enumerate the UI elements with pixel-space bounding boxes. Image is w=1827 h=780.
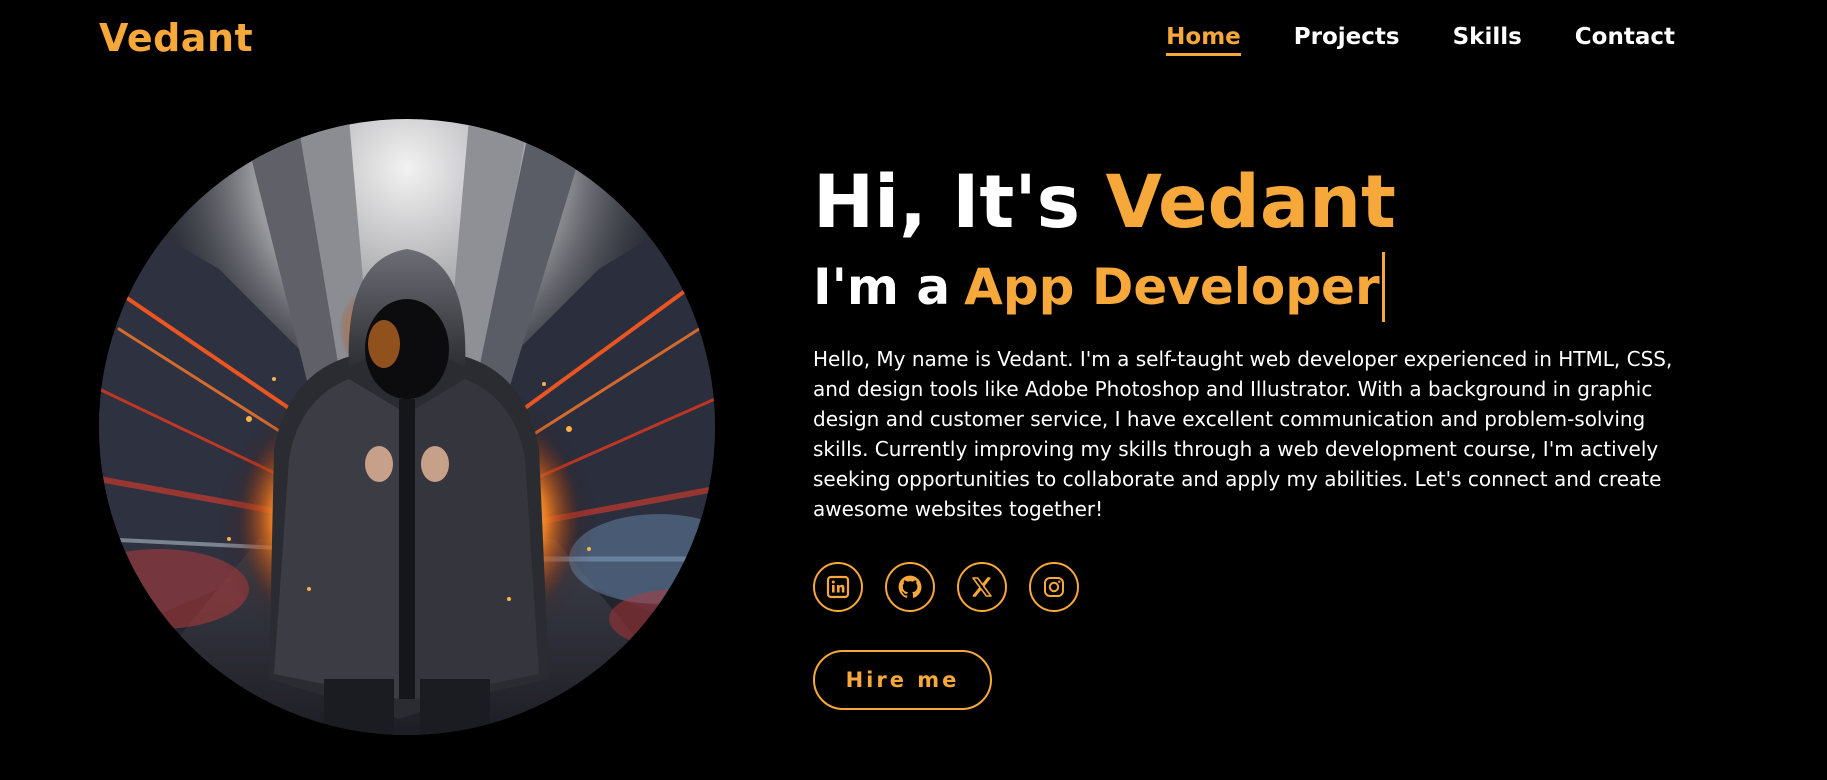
site-logo[interactable]: Vedant <box>99 16 253 60</box>
typing-cursor <box>1381 252 1385 322</box>
linkedin-link[interactable] <box>813 562 863 612</box>
hero-content: Hi, It's Vedant I'm a App Developer Hell… <box>813 158 1693 710</box>
x-twitter-link[interactable] <box>957 562 1007 612</box>
main-nav: Home Projects Skills Contact <box>1166 24 1675 56</box>
hero-role: I'm a App Developer <box>813 252 1693 322</box>
hero-bio: Hello, My name is Vedant. I'm a self-tau… <box>813 347 1673 521</box>
role-prefix: I'm a <box>813 258 951 316</box>
profile-image <box>99 119 715 735</box>
instagram-icon <box>1044 577 1064 597</box>
nav-home[interactable]: Home <box>1166 24 1241 56</box>
nav-projects[interactable]: Projects <box>1294 24 1400 56</box>
hero-greeting: Hi, It's Vedant <box>813 158 1693 248</box>
nav-contact[interactable]: Contact <box>1575 24 1675 56</box>
greeting-prefix: Hi, It's <box>813 160 1081 245</box>
role-title: App Developer <box>964 258 1380 316</box>
instagram-link[interactable] <box>1029 562 1079 612</box>
hooded-figure-fire-street-image <box>99 119 715 735</box>
github-link[interactable] <box>885 562 935 612</box>
github-icon <box>898 575 922 598</box>
x-twitter-icon <box>972 577 992 597</box>
greeting-name: Vedant <box>1105 160 1396 245</box>
hire-me-button[interactable]: Hire me <box>813 650 992 710</box>
linkedin-icon <box>826 575 850 599</box>
social-links <box>813 562 1693 612</box>
nav-skills[interactable]: Skills <box>1453 24 1522 56</box>
page: Vedant Home Projects Skills Contact Hi, … <box>0 0 1827 780</box>
